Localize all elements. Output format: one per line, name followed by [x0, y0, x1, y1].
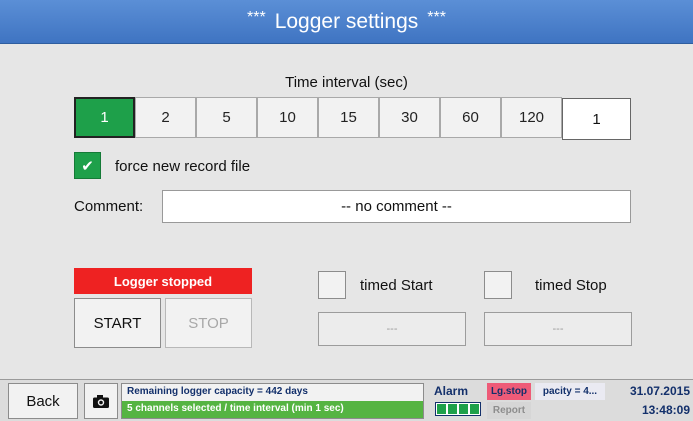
timed-stop-checkbox[interactable] — [484, 271, 512, 299]
interval-button-2[interactable]: 2 — [135, 97, 196, 138]
timed-stop-label: timed Stop — [535, 277, 607, 294]
logger-status-badge: Logger stopped — [74, 268, 252, 294]
timed-start-checkbox[interactable] — [318, 271, 346, 299]
interval-button-10[interactable]: 10 — [257, 97, 318, 138]
alarm-segment — [448, 404, 457, 414]
back-button[interactable]: Back — [8, 383, 78, 419]
alarm-label[interactable]: Alarm — [434, 384, 468, 398]
title-bar: *** Logger settings *** — [0, 0, 693, 44]
checkmark-icon: ✔ — [81, 157, 94, 175]
interval-button-group: 1 2 5 10 15 30 60 120 — [74, 97, 562, 138]
stop-button[interactable]: STOP — [165, 298, 252, 348]
interval-button-1[interactable]: 1 — [74, 97, 135, 138]
alarm-indicator — [435, 402, 481, 416]
custom-interval-input[interactable]: 1 — [562, 98, 631, 140]
time-interval-label: Time interval (sec) — [285, 74, 408, 91]
force-new-file-label: force new record file — [115, 158, 251, 175]
start-button[interactable]: START — [74, 298, 161, 348]
logger-info-box: Remaining logger capacity = 442 days 5 c… — [121, 383, 424, 419]
capacity-ticker: pacity = 4... — [535, 383, 605, 400]
timed-start-field[interactable]: --- — [318, 312, 466, 346]
timed-stop-field[interactable]: --- — [484, 312, 632, 346]
interval-button-120[interactable]: 120 — [501, 97, 562, 138]
comment-label: Comment: — [74, 198, 144, 215]
interval-button-60[interactable]: 60 — [440, 97, 501, 138]
interval-button-15[interactable]: 15 — [318, 97, 379, 138]
alarm-segment — [470, 404, 479, 414]
camera-button[interactable] — [84, 383, 118, 419]
alarm-segment — [437, 404, 446, 414]
interval-button-5[interactable]: 5 — [196, 97, 257, 138]
date-display: 31.07.2015 — [629, 384, 690, 398]
capacity-text: Remaining logger capacity = 442 days — [127, 386, 308, 397]
time-display: 13:48:09 — [641, 403, 690, 417]
logger-stop-indicator[interactable]: Lg.stop — [487, 383, 531, 400]
channels-text: 5 channels selected / time interval (min… — [122, 401, 423, 418]
title-decoration-left: *** — [247, 8, 266, 26]
comment-input[interactable]: -- no comment -- — [162, 190, 631, 223]
report-button[interactable]: Report — [487, 402, 531, 419]
interval-button-30[interactable]: 30 — [379, 97, 440, 138]
page-title: Logger settings — [274, 9, 419, 33]
settings-panel: Time interval (sec) 1 2 5 10 15 30 60 12… — [0, 44, 693, 379]
title-decoration-right: *** — [427, 8, 446, 26]
force-new-file-checkbox[interactable]: ✔ — [74, 152, 101, 179]
timed-start-label: timed Start — [360, 277, 433, 294]
alarm-segment — [459, 404, 468, 414]
camera-icon — [93, 394, 109, 408]
status-bar: Back Remaining logger capacity = 442 day… — [0, 379, 693, 421]
